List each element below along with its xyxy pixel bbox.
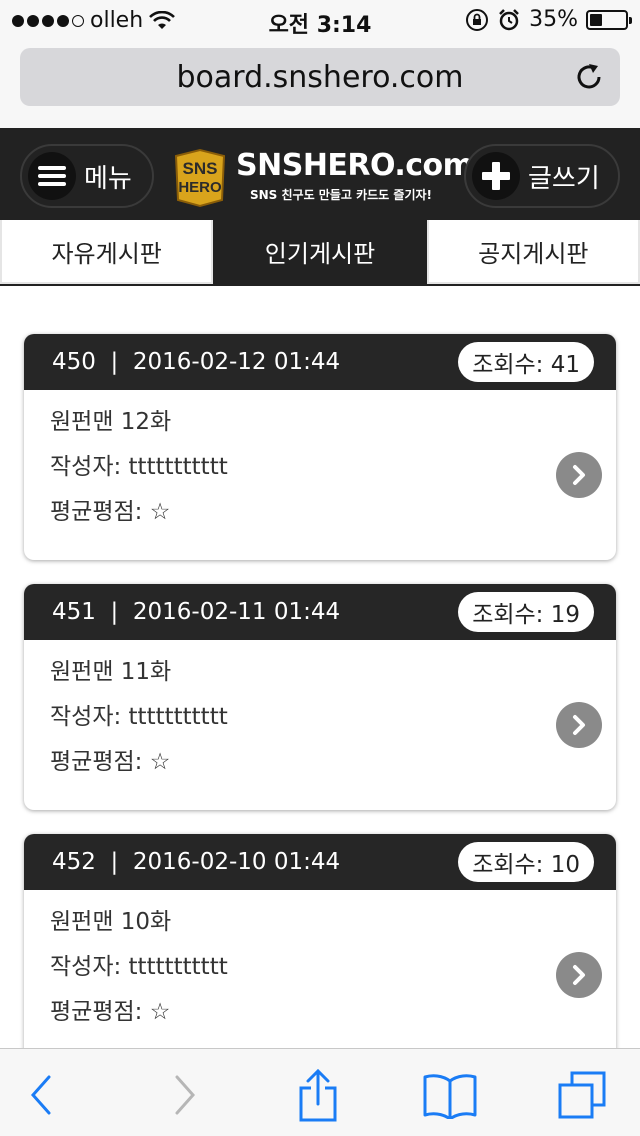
site-logo[interactable]: SNS HERO SNSHERO.com SNS 친구도 만들고 카드도 즐기자…	[170, 148, 474, 208]
post-card[interactable]: 452 | 2016-02-10 01:44 조회수: 10 원펀맨 10화 작…	[24, 834, 616, 1060]
menu-button[interactable]: 메뉴	[20, 144, 154, 208]
tab-free-board[interactable]: 자유게시판	[0, 220, 214, 284]
post-author: 작성자: ttttttttttt	[50, 454, 228, 480]
tab-label: 공지게시판	[478, 239, 589, 268]
tab-popular-board[interactable]: 인기게시판	[213, 220, 427, 284]
post-header: 450 | 2016-02-12 01:44 조회수: 41	[24, 334, 616, 390]
lock-rotation-icon	[466, 8, 489, 31]
alarm-icon	[499, 8, 519, 30]
chevron-right-icon[interactable]	[556, 952, 602, 998]
url-text: board.snshero.com	[176, 59, 464, 95]
site-header: 메뉴 SNS HERO SNSHERO.com SNS 친구도 만들고 카드도 …	[0, 128, 640, 220]
share-icon[interactable]	[290, 1067, 346, 1123]
post-title: 원펀맨 11화	[50, 659, 172, 685]
post-body: 원펀맨 10화 작성자: ttttttttttt 평균평점: ☆	[24, 890, 616, 1060]
view-count-badge: 조회수: 10	[458, 842, 594, 882]
post-author: 작성자: ttttttttttt	[50, 954, 228, 980]
back-icon[interactable]	[14, 1067, 70, 1123]
board-tabs: 자유게시판 인기게시판 공지게시판	[0, 220, 640, 286]
post-meta: 450 | 2016-02-12 01:44	[52, 349, 341, 375]
logo-subtitle: SNS 친구도 만들고 카드도 즐기자!	[250, 188, 432, 202]
browser-chrome: board.snshero.com	[0, 40, 640, 128]
write-button[interactable]: 글쓰기	[464, 144, 620, 208]
post-title: 원펀맨 12화	[50, 409, 172, 435]
post-rating: 평균평점: ☆	[50, 999, 171, 1025]
tab-label: 인기게시판	[264, 239, 376, 268]
reload-icon[interactable]	[572, 60, 606, 94]
address-bar[interactable]: board.snshero.com	[20, 48, 620, 106]
battery-percent: 35%	[529, 7, 578, 32]
post-rating: 평균평점: ☆	[50, 749, 171, 775]
forward-icon[interactable]	[156, 1067, 212, 1123]
post-card[interactable]: 451 | 2016-02-11 01:44 조회수: 19 원펀맨 11화 작…	[24, 584, 616, 810]
post-meta: 452 | 2016-02-10 01:44	[52, 849, 341, 875]
post-author: 작성자: ttttttttttt	[50, 704, 228, 730]
plus-icon	[472, 152, 520, 200]
tab-label: 자유게시판	[51, 239, 162, 268]
view-count-badge: 조회수: 41	[458, 342, 594, 382]
logo-badge-top: SNS	[183, 159, 218, 178]
hamburger-icon	[28, 152, 76, 200]
menu-label: 메뉴	[84, 163, 132, 194]
bookmarks-icon[interactable]	[422, 1067, 478, 1123]
post-body: 원펀맨 12화 작성자: ttttttttttt 평균평점: ☆	[24, 390, 616, 560]
post-card[interactable]: 450 | 2016-02-12 01:44 조회수: 41 원펀맨 12화 작…	[24, 334, 616, 560]
write-label: 글쓰기	[528, 163, 600, 194]
post-body: 원펀맨 11화 작성자: ttttttttttt 평균평점: ☆	[24, 640, 616, 810]
chevron-right-icon[interactable]	[556, 702, 602, 748]
browser-toolbar	[0, 1048, 640, 1136]
logo-title: SNSHERO.com	[236, 148, 474, 183]
battery-icon	[586, 9, 632, 30]
post-header: 452 | 2016-02-10 01:44 조회수: 10	[24, 834, 616, 890]
status-bar: olleh 오전 3:14 35%	[0, 0, 640, 40]
post-header: 451 | 2016-02-11 01:44 조회수: 19	[24, 584, 616, 640]
logo-badge-bottom: HERO	[178, 179, 222, 196]
view-count-badge: 조회수: 19	[458, 592, 594, 632]
chevron-right-icon[interactable]	[556, 452, 602, 498]
post-meta: 451 | 2016-02-11 01:44	[52, 599, 341, 625]
logo-badge: SNS HERO	[174, 148, 226, 208]
tabs-icon[interactable]	[554, 1067, 610, 1123]
post-title: 원펀맨 10화	[50, 909, 172, 935]
post-rating: 평균평점: ☆	[50, 499, 171, 525]
tab-notice-board[interactable]: 공지게시판	[426, 220, 640, 284]
status-right-group: 35%	[465, 7, 632, 32]
